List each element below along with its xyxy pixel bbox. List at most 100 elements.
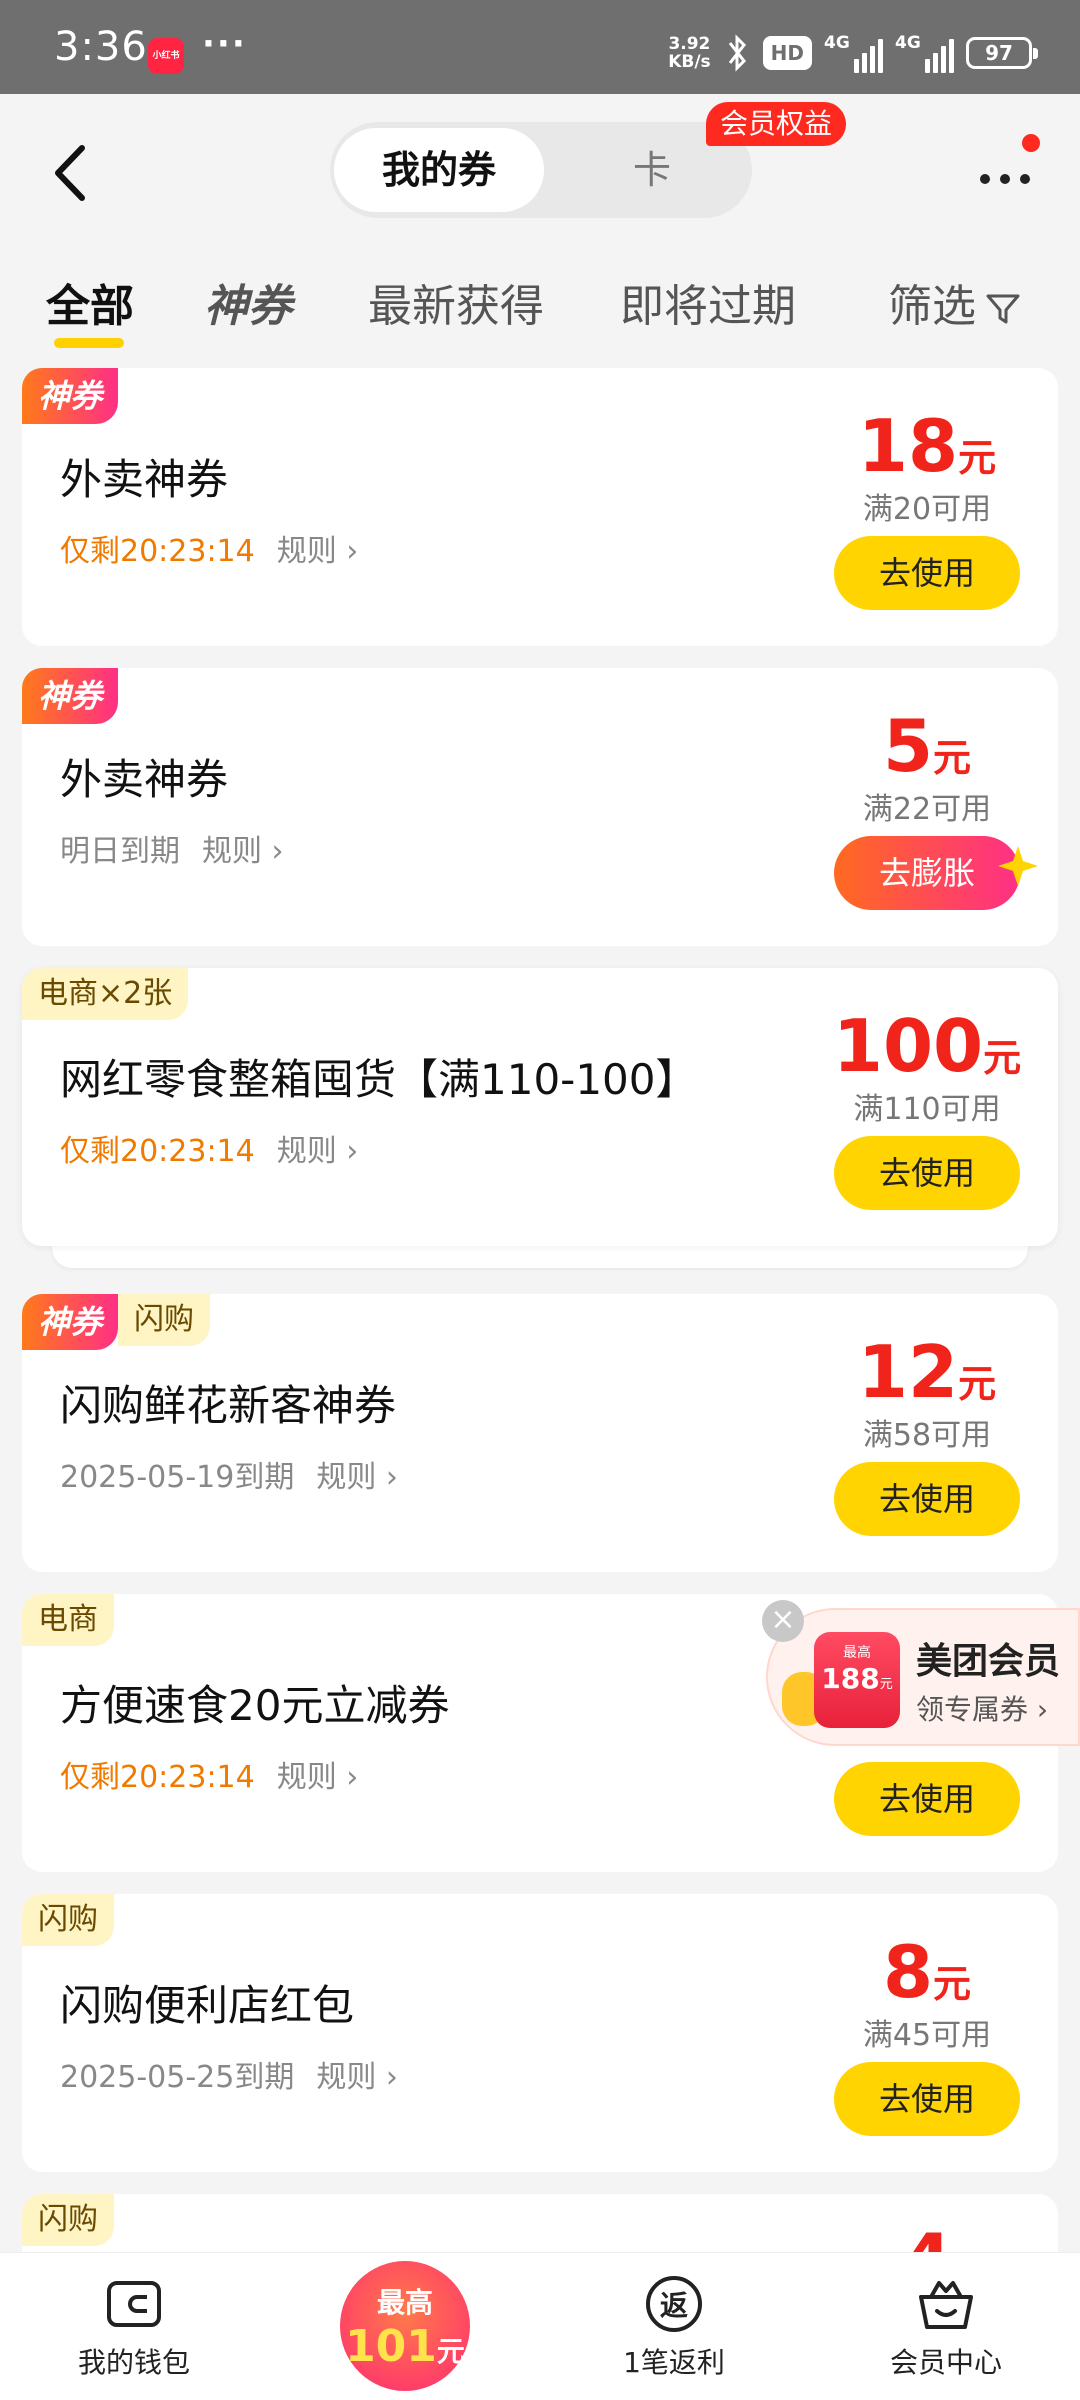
coupon-title: 外卖神券: [60, 755, 229, 804]
back-arrow-icon[interactable]: [46, 138, 96, 208]
wallet-icon: [107, 2281, 161, 2327]
expand-coupon-label: 去膨胀: [878, 854, 975, 892]
network-speed-value: 3.92: [668, 34, 711, 54]
center-promo-button[interactable]: 最高 101元: [340, 2261, 470, 2391]
bottom-nav: 我的钱包 最高 101元 返 1笔返利 会员中心: [0, 2252, 1080, 2400]
filter-tabs: 全部 神券 最新获得 即将过期 筛选: [0, 264, 1080, 350]
ecommerce-tag: 电商×2张: [22, 968, 189, 1020]
use-coupon-button[interactable]: 去使用: [834, 1762, 1020, 1836]
use-coupon-button[interactable]: 去使用: [834, 2062, 1020, 2136]
stacked-coupon-edge: [52, 1244, 1028, 1268]
float-ad-subtitle[interactable]: 领专属券 ›: [916, 1688, 1048, 1728]
meituan-member-float-ad[interactable]: × 最高 188元 美团会员 领专属券 ›: [762, 1600, 1080, 1746]
nav-rebate-label: 1笔返利: [623, 2346, 725, 2379]
flash-buy-tag: 闪购: [22, 1894, 114, 1946]
rebate-icon: 返: [646, 2276, 702, 2332]
tab-filter[interactable]: 筛选: [888, 270, 1022, 334]
coupon-rule-link[interactable]: 规则 ›: [316, 2060, 398, 2095]
tab-shen-coupon[interactable]: 神券: [204, 270, 292, 334]
more-menu-icon[interactable]: [976, 134, 1040, 200]
coupon-amount: 12元: [857, 1330, 997, 1414]
ecommerce-tag: 电商: [22, 1594, 114, 1646]
crown-basket-icon: [919, 2281, 973, 2329]
coupon-rule-link[interactable]: 规则 ›: [277, 1760, 359, 1795]
coupon-amount: 18元: [857, 404, 997, 488]
coupon-countdown: 仅剩20:23:14: [60, 1134, 255, 1169]
member-benefits-badge[interactable]: 会员权益: [706, 102, 847, 146]
xiaohongshu-app-icon: 小红书: [148, 38, 184, 74]
nav-member-center[interactable]: 会员中心: [846, 2273, 1046, 2381]
status-right-group: 3.92 KB/s HD 4G 4G 97: [668, 30, 1038, 76]
float-ad-title: 美团会员: [916, 1641, 1061, 1682]
tab-expiring[interactable]: 即将过期: [620, 270, 796, 334]
coupon-validity-row: 仅剩20:23:14 规则 ›: [60, 526, 358, 570]
coupon-title: 外卖神券: [60, 455, 229, 504]
shen-coupon-tag: 神券: [22, 1294, 119, 1350]
coupon-condition: 满45可用: [862, 2018, 992, 2053]
nav-wallet[interactable]: 我的钱包: [34, 2273, 234, 2381]
coupon-expiry: 2025-05-19到期: [60, 1460, 295, 1495]
coupon-countdown: 仅剩20:23:14: [60, 534, 255, 569]
flash-buy-tag: 闪购: [118, 1294, 211, 1346]
use-coupon-button[interactable]: 去使用: [834, 1462, 1020, 1536]
network-speed-unit: KB/s: [668, 52, 711, 72]
coupon-countdown: 仅剩20:23:14: [60, 1760, 255, 1795]
nav-member-label: 会员中心: [889, 2346, 1002, 2379]
coupon-amount: 100元: [832, 1004, 1022, 1088]
close-icon[interactable]: ×: [762, 1600, 804, 1642]
coupon-amount: 8元: [882, 1930, 972, 2014]
coupon-card[interactable]: 神券 外卖神券 明日到期 规则 › 5元 满22可用 去膨胀: [22, 668, 1058, 946]
nav-rebate[interactable]: 返 1笔返利: [574, 2273, 774, 2381]
coupon-title: 网红零食整箱囤货【满110-100】: [60, 1055, 698, 1104]
tab-all[interactable]: 全部: [46, 270, 134, 334]
signal-icon-1: 4G: [824, 33, 883, 73]
use-coupon-button[interactable]: 去使用: [834, 1136, 1020, 1210]
red-packet-icon: 最高 188元: [814, 1632, 900, 1728]
coupon-condition: 满22可用: [862, 792, 992, 827]
expand-coupon-button[interactable]: 去膨胀: [834, 836, 1038, 910]
coupon-rule-link[interactable]: 规则 ›: [277, 534, 359, 569]
network-speed: 3.92 KB/s: [668, 35, 710, 71]
tab-filter-label: 筛选: [888, 281, 976, 332]
hd-icon: HD: [762, 36, 812, 70]
coupon-amount: 5元: [882, 704, 972, 788]
coupon-title: 闪购鲜花新客神券: [60, 1381, 397, 1430]
coupon-title: 闪购便利店红包: [60, 1981, 355, 2030]
bluetooth-icon: [728, 34, 746, 72]
coupon-expiry: 明日到期: [60, 834, 180, 869]
filter-icon: [986, 294, 1020, 324]
segment-my-coupons[interactable]: 我的券: [334, 128, 544, 212]
coupon-title: 方便速食20元立减券: [60, 1681, 450, 1730]
coupon-card[interactable]: 神券 外卖神券 仅剩20:23:14 规则 › 18元 满20可用 去使用: [22, 368, 1058, 646]
coupon-card[interactable]: 神券 闪购 闪购鲜花新客神券 2025-05-19到期 规则 › 12元 满58可用…: [22, 1294, 1058, 1572]
shen-coupon-tag: 神券: [22, 368, 119, 424]
coupon-condition: 满20可用: [862, 492, 992, 527]
coupon-validity-row: 仅剩20:23:14 规则 ›: [60, 1752, 358, 1796]
notification-dot: [1022, 134, 1040, 152]
flash-buy-tag: 闪购: [22, 2194, 114, 2246]
status-bar: 3:36 小红书 ··· 3.92 KB/s HD 4G 4G 97: [0, 0, 1080, 94]
coupon-validity-row: 2025-05-19到期 规则 ›: [60, 1452, 398, 1496]
coupon-card[interactable]: 闪购 闪购便利店红包 2025-05-25到期 规则 › 8元 满45可用 去使用: [22, 1894, 1058, 2172]
use-coupon-button[interactable]: 去使用: [834, 536, 1020, 610]
coupon-validity-row: 仅剩20:23:14 规则 ›: [60, 1126, 358, 1170]
status-more-dots: ···: [202, 24, 247, 64]
active-tab-indicator: [54, 338, 124, 348]
svg-text:返: 返: [660, 2289, 688, 2322]
coupon-expiry: 2025-05-25到期: [60, 2060, 295, 2095]
coupon-validity-row: 明日到期 规则 ›: [60, 826, 284, 870]
status-time: 3:36: [54, 24, 148, 70]
coupon-validity-row: 2025-05-25到期 规则 ›: [60, 2052, 398, 2096]
coupon-rule-link[interactable]: 规则 ›: [316, 1460, 398, 1495]
coupon-rule-link[interactable]: 规则 ›: [277, 1134, 359, 1169]
coupon-card[interactable]: 电商×2张 网红零食整箱囤货【满110-100】 仅剩20:23:14 规则 › …: [22, 968, 1058, 1246]
sparkle-star-icon: [998, 846, 1038, 886]
battery-icon: 97: [966, 37, 1038, 69]
header: 我的券 卡 会员权益 全部 神券 最新获得 即将过期 筛选: [0, 94, 1080, 356]
coupon-condition: 满58可用: [862, 1418, 992, 1453]
coupon-card-switch: 我的券 卡: [330, 122, 752, 218]
tab-newest[interactable]: 最新获得: [368, 270, 544, 334]
coupon-condition: 满110可用: [853, 1092, 1001, 1127]
shen-coupon-tag: 神券: [22, 668, 119, 724]
coupon-rule-link[interactable]: 规则 ›: [202, 834, 284, 869]
